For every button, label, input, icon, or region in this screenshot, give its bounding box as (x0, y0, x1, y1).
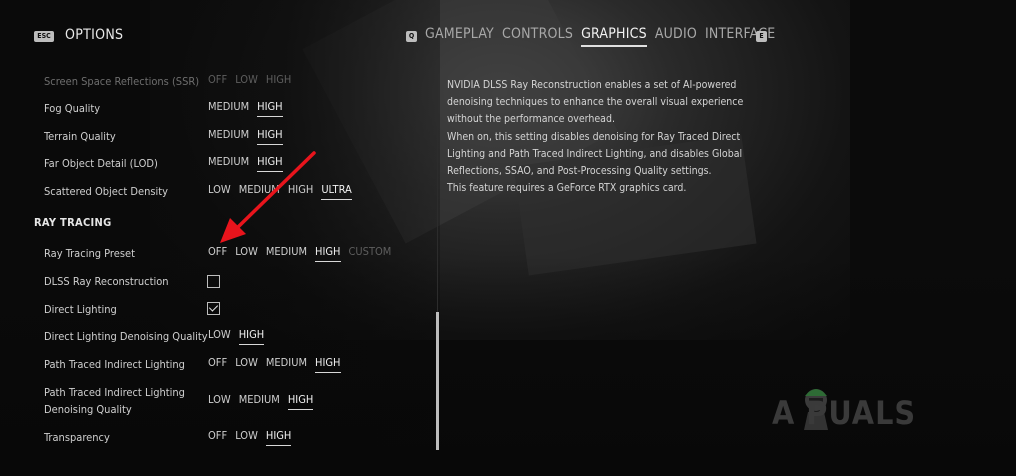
option-high[interactable]: HIGH (265, 429, 292, 446)
option-low[interactable]: LOW (208, 393, 231, 410)
setting-row-terrain-quality[interactable]: Terrain Quality MEDIUM HIGH (0, 128, 430, 152)
setting-row-ssr[interactable]: Screen Space Reflections (SSR) OFF LOW H… (0, 73, 430, 97)
page-title: OPTIONS (65, 27, 124, 43)
option-low[interactable]: LOW (235, 73, 258, 89)
option-group: LOW MEDIUM HIGH ULTRA (208, 183, 352, 200)
option-medium[interactable]: MEDIUM (239, 183, 280, 200)
setting-label: Transparency (44, 431, 110, 444)
esc-key-hint[interactable]: ESC (34, 31, 54, 42)
checkmark-icon (208, 302, 219, 312)
option-group: OFF LOW HIGH (208, 429, 292, 446)
setting-label: Path Traced Indirect Lighting Denoising … (44, 384, 185, 418)
option-high[interactable]: HIGH (287, 393, 314, 410)
setting-row-far-object-detail[interactable]: Far Object Detail (LOD) MEDIUM HIGH (0, 155, 430, 179)
option-medium[interactable]: MEDIUM (239, 393, 280, 410)
option-off[interactable]: OFF (208, 356, 227, 373)
option-group: MEDIUM HIGH (208, 128, 283, 145)
setting-row-scattered-object-density[interactable]: Scattered Object Density LOW MEDIUM HIGH… (0, 183, 430, 207)
option-off[interactable]: OFF (208, 73, 227, 89)
setting-row-path-traced-indirect-lighting[interactable]: Path Traced Indirect Lighting OFF LOW ME… (0, 356, 430, 380)
scrollbar-thumb[interactable] (436, 312, 439, 450)
section-heading-ray-tracing: RAY TRACING (34, 216, 112, 229)
description-paragraph: This feature requires a GeForce RTX grap… (447, 182, 687, 195)
setting-row-path-traced-denoising[interactable]: Path Traced Indirect Lighting Denoising … (0, 384, 430, 420)
direct-lighting-checkbox[interactable] (207, 302, 220, 315)
setting-row-dlss-ray-reconstruction[interactable]: DLSS Ray Reconstruction (0, 273, 430, 297)
option-off[interactable]: OFF (208, 429, 227, 446)
option-medium[interactable]: MEDIUM (266, 245, 307, 262)
option-off[interactable]: OFF (208, 245, 227, 262)
description-paragraph: NVIDIA DLSS Ray Reconstruction enables a… (447, 79, 744, 126)
setting-label-line: Denoising Quality (44, 403, 132, 416)
setting-label: Direct Lighting Denoising Quality (44, 330, 208, 343)
option-medium[interactable]: MEDIUM (208, 100, 249, 117)
option-group: MEDIUM HIGH (208, 100, 283, 117)
description-paragraph: When on, this setting disables denoising… (447, 130, 743, 178)
option-ultra[interactable]: ULTRA (321, 183, 352, 200)
prev-tab-key-hint[interactable]: Q (406, 31, 417, 42)
setting-row-direct-lighting-denoising[interactable]: Direct Lighting Denoising Quality LOW HI… (0, 328, 430, 352)
setting-description: NVIDIA DLSS Ray Reconstruction enables a… (447, 77, 757, 197)
top-bar: ESC OPTIONS Q GAMEPLAY CONTROLS GRAPHICS… (0, 0, 1016, 60)
option-group: OFF LOW MEDIUM HIGH (208, 356, 341, 373)
setting-label-line: Path Traced Indirect Lighting (44, 386, 185, 399)
tab-audio[interactable]: AUDIO (655, 26, 697, 47)
dlss-ray-reconstruction-checkbox[interactable] (207, 275, 220, 288)
setting-row-ray-tracing-preset[interactable]: Ray Tracing Preset OFF LOW MEDIUM HIGH C… (0, 245, 430, 269)
option-medium[interactable]: MEDIUM (208, 128, 249, 145)
tab-controls[interactable]: CONTROLS (502, 26, 573, 47)
tab-graphics[interactable]: GRAPHICS (581, 26, 647, 47)
option-low[interactable]: LOW (235, 429, 258, 446)
option-high[interactable]: HIGH (315, 356, 341, 373)
option-high[interactable]: HIGH (257, 100, 283, 117)
option-group: LOW MEDIUM HIGH (208, 393, 314, 410)
option-group: OFF LOW HIGH (208, 73, 291, 89)
setting-row-transparency[interactable]: Transparency OFF LOW HIGH (0, 429, 430, 453)
option-medium[interactable]: MEDIUM (208, 155, 249, 172)
setting-label: Ray Tracing Preset (44, 247, 135, 260)
option-medium[interactable]: MEDIUM (266, 356, 307, 373)
tab-gameplay[interactable]: GAMEPLAY (425, 26, 494, 47)
option-high[interactable]: HIGH (288, 183, 313, 200)
setting-label: Path Traced Indirect Lighting (44, 358, 185, 371)
setting-label: Scattered Object Density (44, 185, 168, 198)
setting-row-fog-quality[interactable]: Fog Quality MEDIUM HIGH (0, 100, 430, 124)
setting-label: Far Object Detail (LOD) (44, 157, 158, 170)
setting-label: Screen Space Reflections (SSR) (44, 75, 200, 88)
option-group: MEDIUM HIGH (208, 155, 283, 172)
setting-row-direct-lighting[interactable]: Direct Lighting (0, 301, 430, 325)
watermark-text: A PUALS (772, 394, 917, 432)
setting-label: Fog Quality (44, 102, 101, 115)
next-tab-key-hint[interactable]: E (756, 31, 767, 42)
option-high[interactable]: HIGH (315, 245, 341, 262)
option-low[interactable]: LOW (208, 183, 231, 200)
option-low[interactable]: LOW (235, 356, 258, 373)
option-low[interactable]: LOW (208, 328, 231, 345)
setting-label: Terrain Quality (44, 130, 116, 143)
option-group: LOW HIGH (208, 328, 265, 345)
option-high[interactable]: HIGH (257, 155, 283, 172)
option-high[interactable]: HIGH (266, 73, 291, 89)
setting-label: Direct Lighting (44, 303, 117, 316)
option-custom[interactable]: CUSTOM (349, 245, 392, 262)
option-high[interactable]: HIGH (238, 328, 265, 345)
option-high[interactable]: HIGH (257, 128, 283, 145)
option-low[interactable]: LOW (235, 245, 258, 262)
option-group: OFF LOW MEDIUM HIGH CUSTOM (208, 245, 391, 262)
tab-bar: GAMEPLAY CONTROLS GRAPHICS AUDIO INTERFA… (425, 26, 775, 47)
setting-label: DLSS Ray Reconstruction (44, 275, 169, 288)
